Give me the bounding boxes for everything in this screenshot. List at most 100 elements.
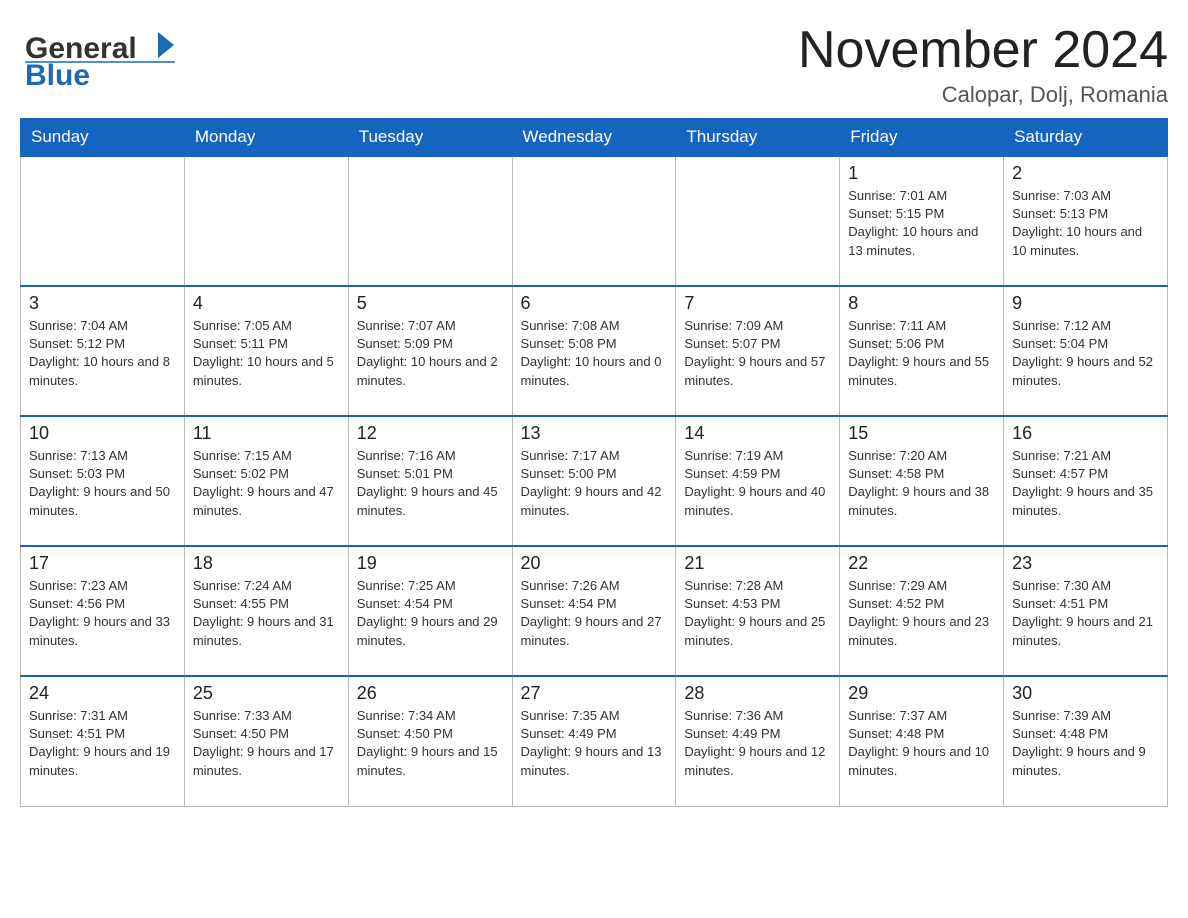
page-header: General Blue November 2024 Calopar, Dolj… xyxy=(20,20,1168,108)
calendar-cell: 28 Sunrise: 7:36 AMSunset: 4:49 PMDayligh… xyxy=(676,676,840,806)
day-info: Sunrise: 7:26 AMSunset: 4:54 PMDaylight:… xyxy=(521,577,668,650)
day-info: Sunrise: 7:23 AMSunset: 4:56 PMDaylight:… xyxy=(29,577,176,650)
header-tuesday: Tuesday xyxy=(348,119,512,157)
day-number: 18 xyxy=(193,553,340,574)
day-info: Sunrise: 7:36 AMSunset: 4:49 PMDaylight:… xyxy=(684,707,831,780)
calendar-cell: 11 Sunrise: 7:15 AMSunset: 5:02 PMDayligh… xyxy=(184,416,348,546)
day-number: 26 xyxy=(357,683,504,704)
calendar-week-5: 24Sunrise: 7:31 AMSunset: 4:51 PMDayligh… xyxy=(21,676,1168,806)
calendar-cell: 22Sunrise: 7:29 AMSunset: 4:52 PMDayligh… xyxy=(840,546,1004,676)
day-number: 2 xyxy=(1012,163,1159,184)
calendar-cell: 30Sunrise: 7:39 AMSunset: 4:48 PMDayligh… xyxy=(1004,676,1168,806)
day-info: Sunrise: 7:29 AMSunset: 4:52 PMDaylight:… xyxy=(848,577,995,650)
day-info: Sunrise: 7:24 AMSunset: 4:55 PMDaylight:… xyxy=(193,577,340,650)
calendar-cell: 6 Sunrise: 7:08 AMSunset: 5:08 PMDaylight… xyxy=(512,286,676,416)
month-title: November 2024 xyxy=(798,20,1168,80)
logo-svg: General Blue xyxy=(20,20,180,95)
day-info: Sunrise: 7:04 AMSunset: 5:12 PMDaylight:… xyxy=(29,317,176,390)
day-info: Sunrise: 7:39 AMSunset: 4:48 PMDaylight:… xyxy=(1012,707,1159,780)
day-info: Sunrise: 7:30 AMSunset: 4:51 PMDaylight:… xyxy=(1012,577,1159,650)
calendar-cell xyxy=(21,156,185,286)
day-number: 28 xyxy=(684,683,831,704)
calendar-week-3: 10Sunrise: 7:13 AMSunset: 5:03 PMDayligh… xyxy=(21,416,1168,546)
day-info: Sunrise: 7:15 AMSunset: 5:02 PMDaylight:… xyxy=(193,447,340,520)
day-info: Sunrise: 7:19 AMSunset: 4:59 PMDaylight:… xyxy=(684,447,831,520)
day-info: Sunrise: 7:05 AMSunset: 5:11 PMDaylight:… xyxy=(193,317,340,390)
calendar-cell: 21Sunrise: 7:28 AMSunset: 4:53 PMDayligh… xyxy=(676,546,840,676)
day-info: Sunrise: 7:25 AMSunset: 4:54 PMDaylight:… xyxy=(357,577,504,650)
calendar-cell xyxy=(676,156,840,286)
calendar-cell: 16 Sunrise: 7:21 AMSunset: 4:57 PMDayligh… xyxy=(1004,416,1168,546)
header-monday: Monday xyxy=(184,119,348,157)
day-info: Sunrise: 7:21 AMSunset: 4:57 PMDaylight:… xyxy=(1012,447,1159,520)
day-info: Sunrise: 7:11 AMSunset: 5:06 PMDaylight:… xyxy=(848,317,995,390)
day-info: Sunrise: 7:28 AMSunset: 4:53 PMDaylight:… xyxy=(684,577,831,650)
day-info: Sunrise: 7:13 AMSunset: 5:03 PMDaylight:… xyxy=(29,447,176,520)
day-info: Sunrise: 7:12 AMSunset: 5:04 PMDaylight:… xyxy=(1012,317,1159,390)
day-number: 23 xyxy=(1012,553,1159,574)
calendar-cell xyxy=(512,156,676,286)
day-info: Sunrise: 7:01 AMSunset: 5:15 PMDaylight:… xyxy=(848,187,995,260)
day-info: Sunrise: 7:16 AMSunset: 5:01 PMDaylight:… xyxy=(357,447,504,520)
day-info: Sunrise: 7:33 AMSunset: 4:50 PMDaylight:… xyxy=(193,707,340,780)
calendar-cell: 4 Sunrise: 7:05 AMSunset: 5:11 PMDaylight… xyxy=(184,286,348,416)
day-info: Sunrise: 7:03 AMSunset: 5:13 PMDaylight:… xyxy=(1012,187,1159,260)
day-number: 7 xyxy=(684,293,831,314)
calendar-cell: 12 Sunrise: 7:16 AMSunset: 5:01 PMDayligh… xyxy=(348,416,512,546)
header-friday: Friday xyxy=(840,119,1004,157)
calendar-cell: 5 Sunrise: 7:07 AMSunset: 5:09 PMDaylight… xyxy=(348,286,512,416)
calendar-week-4: 17 Sunrise: 7:23 AMSunset: 4:56 PMDayligh… xyxy=(21,546,1168,676)
day-number: 25 xyxy=(193,683,340,704)
day-info: Sunrise: 7:34 AMSunset: 4:50 PMDaylight:… xyxy=(357,707,504,780)
day-info: Sunrise: 7:08 AMSunset: 5:08 PMDaylight:… xyxy=(521,317,668,390)
day-number: 3 xyxy=(29,293,176,314)
calendar-cell: 15 Sunrise: 7:20 AMSunset: 4:58 PMDayligh… xyxy=(840,416,1004,546)
header-thursday: Thursday xyxy=(676,119,840,157)
calendar-cell: 2 Sunrise: 7:03 AMSunset: 5:13 PMDaylight… xyxy=(1004,156,1168,286)
day-number: 1 xyxy=(848,163,995,184)
day-info: Sunrise: 7:17 AMSunset: 5:00 PMDaylight:… xyxy=(521,447,668,520)
day-info: Sunrise: 7:07 AMSunset: 5:09 PMDaylight:… xyxy=(357,317,504,390)
calendar-cell xyxy=(348,156,512,286)
day-number: 12 xyxy=(357,423,504,444)
calendar-cell: 24Sunrise: 7:31 AMSunset: 4:51 PMDayligh… xyxy=(21,676,185,806)
calendar-cell: 19 Sunrise: 7:25 AMSunset: 4:54 PMDayligh… xyxy=(348,546,512,676)
day-number: 17 xyxy=(29,553,176,574)
day-info: Sunrise: 7:35 AMSunset: 4:49 PMDaylight:… xyxy=(521,707,668,780)
day-number: 19 xyxy=(357,553,504,574)
calendar-cell: 1 Sunrise: 7:01 AMSunset: 5:15 PMDaylight… xyxy=(840,156,1004,286)
calendar-cell: 20Sunrise: 7:26 AMSunset: 4:54 PMDayligh… xyxy=(512,546,676,676)
day-number: 13 xyxy=(521,423,668,444)
day-info: Sunrise: 7:20 AMSunset: 4:58 PMDaylight:… xyxy=(848,447,995,520)
header-sunday: Sunday xyxy=(21,119,185,157)
day-number: 6 xyxy=(521,293,668,314)
day-number: 4 xyxy=(193,293,340,314)
calendar-cell: 8Sunrise: 7:11 AMSunset: 5:06 PMDaylight… xyxy=(840,286,1004,416)
calendar-cell: 9 Sunrise: 7:12 AMSunset: 5:04 PMDaylight… xyxy=(1004,286,1168,416)
day-number: 11 xyxy=(193,423,340,444)
logo: General Blue xyxy=(20,20,180,95)
calendar-week-2: 3 Sunrise: 7:04 AMSunset: 5:12 PMDaylight… xyxy=(21,286,1168,416)
day-info: Sunrise: 7:37 AMSunset: 4:48 PMDaylight:… xyxy=(848,707,995,780)
calendar-cell: 13 Sunrise: 7:17 AMSunset: 5:00 PMDayligh… xyxy=(512,416,676,546)
calendar-cell: 10Sunrise: 7:13 AMSunset: 5:03 PMDayligh… xyxy=(21,416,185,546)
calendar-cell: 23 Sunrise: 7:30 AMSunset: 4:51 PMDayligh… xyxy=(1004,546,1168,676)
calendar-cell: 26 Sunrise: 7:34 AMSunset: 4:50 PMDayligh… xyxy=(348,676,512,806)
calendar-table: SundayMondayTuesdayWednesdayThursdayFrid… xyxy=(20,118,1168,807)
day-info: Sunrise: 7:09 AMSunset: 5:07 PMDaylight:… xyxy=(684,317,831,390)
calendar-cell: 27Sunrise: 7:35 AMSunset: 4:49 PMDayligh… xyxy=(512,676,676,806)
title-section: November 2024 Calopar, Dolj, Romania xyxy=(798,20,1168,108)
day-number: 14 xyxy=(684,423,831,444)
calendar-cell: 7 Sunrise: 7:09 AMSunset: 5:07 PMDaylight… xyxy=(676,286,840,416)
day-number: 15 xyxy=(848,423,995,444)
calendar-header-row: SundayMondayTuesdayWednesdayThursdayFrid… xyxy=(21,119,1168,157)
day-number: 24 xyxy=(29,683,176,704)
calendar-week-1: 1 Sunrise: 7:01 AMSunset: 5:15 PMDaylight… xyxy=(21,156,1168,286)
day-number: 29 xyxy=(848,683,995,704)
calendar-cell: 14 Sunrise: 7:19 AMSunset: 4:59 PMDayligh… xyxy=(676,416,840,546)
day-number: 16 xyxy=(1012,423,1159,444)
day-number: 5 xyxy=(357,293,504,314)
location: Calopar, Dolj, Romania xyxy=(798,82,1168,108)
svg-text:Blue: Blue xyxy=(25,59,90,92)
day-number: 9 xyxy=(1012,293,1159,314)
